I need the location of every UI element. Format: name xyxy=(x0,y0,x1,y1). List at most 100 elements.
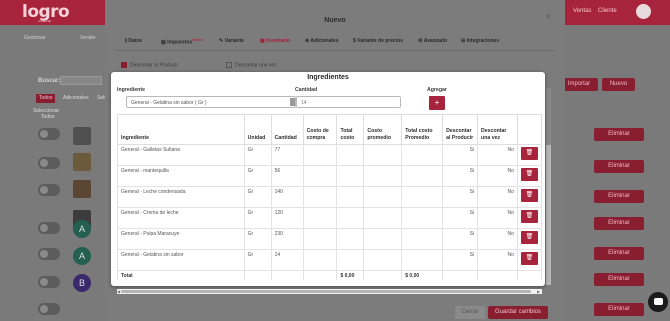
checkbox-label: Descontar una vez xyxy=(235,62,277,69)
header-user-name[interactable]: Cliente xyxy=(598,8,617,14)
trash-icon[interactable]: 🗑 xyxy=(520,252,538,265)
cell-ingrediente: General - Gelatina sin sabor xyxy=(117,249,245,271)
tab-vender[interactable]: Vender xyxy=(80,35,96,41)
filter-adicionales[interactable]: Adicionales xyxy=(60,94,92,103)
cell-costo-promedio xyxy=(363,228,403,250)
cell-cantidad: 140 xyxy=(270,186,304,208)
trash-icon[interactable]: 🗑 xyxy=(520,189,538,202)
cell-actions: 🗑 xyxy=(516,207,542,229)
cell-descontar-producir: Si xyxy=(442,228,479,250)
tab-avanzado[interactable]: ⚙ Avanzado xyxy=(418,38,447,44)
row-toggle[interactable] xyxy=(38,248,60,260)
avatar[interactable] xyxy=(636,4,651,19)
trash-icon[interactable]: 🗑 xyxy=(520,168,538,181)
delete-button[interactable]: Eliminar xyxy=(594,247,644,260)
search-label: Buscar: xyxy=(38,78,61,84)
row-toggle[interactable] xyxy=(38,303,60,315)
quantity-input[interactable]: 14 xyxy=(296,96,401,108)
cell-unidad: Gr xyxy=(243,207,272,229)
row-toggle[interactable] xyxy=(38,157,60,169)
filter-todos[interactable]: Todos xyxy=(36,94,56,103)
import-button[interactable]: Importar xyxy=(560,78,598,91)
trash-icon[interactable]: 🗑 xyxy=(520,231,538,244)
tab-label: Integraciones xyxy=(466,38,500,44)
logo-subtitle: comercial xyxy=(38,19,51,23)
tab-adicionales[interactable]: ⊕ Adicionales xyxy=(305,38,338,44)
trash-icon[interactable]: 🗑 xyxy=(520,210,538,223)
new-button[interactable]: Nuevo xyxy=(602,78,635,91)
cell-actions: 🗑 xyxy=(516,165,542,187)
cell-costo-compra xyxy=(302,144,338,166)
descontar-producir-checkbox[interactable]: Descontar al Producir xyxy=(121,62,178,68)
cell-actions: 🗑 xyxy=(516,249,542,271)
table-header-row: Ingrediente Unidad Cantidad Costo de com… xyxy=(117,114,542,145)
tab-inventario[interactable]: ▦ Inventario xyxy=(260,38,290,44)
horizontal-scrollbar-thumb[interactable] xyxy=(121,290,531,293)
row-toggle[interactable] xyxy=(38,184,60,196)
cell-empty xyxy=(243,270,272,280)
table-row: General - Galletas Sultana Gr 77 Si No 🗑 xyxy=(117,144,542,166)
delete-button[interactable]: Eliminar xyxy=(594,128,644,141)
cell-descontar-vez: No xyxy=(477,165,518,187)
total-label: Total xyxy=(117,270,245,280)
tab-datos[interactable]: ℹ Datos xyxy=(125,38,142,44)
cell-descontar-vez: No xyxy=(477,228,518,250)
modal-scrollbar-thumb[interactable] xyxy=(546,145,551,285)
tab-impuestos[interactable]: ▤ ImpuestosNuevo xyxy=(161,38,203,46)
ingredients-table: Ingrediente Unidad Cantidad Costo de com… xyxy=(117,114,542,280)
save-button[interactable]: Guardar cambios xyxy=(488,306,548,319)
tab-variante-precios[interactable]: $ Variante de precios xyxy=(353,38,403,44)
tab-label: Impuestos xyxy=(167,39,193,46)
cell-costo-promedio xyxy=(363,249,403,271)
row-toggle[interactable] xyxy=(38,222,60,234)
cell-total-costo xyxy=(336,186,365,208)
checkbox-checked[interactable] xyxy=(121,62,127,68)
col-costo-compra: Costo de compra xyxy=(302,114,338,145)
cell-total-costo xyxy=(336,144,365,166)
delete-button[interactable]: Eliminar xyxy=(594,217,644,230)
col-total-costo-promedio: Total costo Promedio xyxy=(401,114,444,145)
col-descontar-vez: Descontar una vez xyxy=(477,114,518,145)
cell-total-costo xyxy=(336,207,365,229)
delete-button[interactable]: Eliminar xyxy=(594,303,644,316)
delete-button[interactable]: Eliminar xyxy=(594,190,644,203)
search-input[interactable] xyxy=(60,76,102,85)
cell-cantidad: 14 xyxy=(270,249,304,271)
cerrar-button[interactable]: Cerrar xyxy=(455,306,485,319)
add-ingredient-button[interactable]: + xyxy=(429,96,445,110)
chat-icon[interactable] xyxy=(648,292,668,312)
checkbox-unchecked[interactable] xyxy=(226,62,232,68)
cell-actions: 🗑 xyxy=(516,144,542,166)
tab-label: Avanzado xyxy=(423,38,448,44)
cell-ingrediente: General - Leche condensada xyxy=(117,186,245,208)
tab-label: Datos xyxy=(128,38,143,44)
cell-ingrediente: General - Crema de leche xyxy=(117,207,245,229)
descontar-vez-checkbox[interactable]: Descontar una vez xyxy=(226,62,277,68)
tab-integraciones[interactable]: ⊞ Integraciones xyxy=(461,38,499,44)
product-letter-avatar: A xyxy=(73,247,91,265)
scroll-right-icon[interactable]: ▶ xyxy=(537,289,540,294)
cell-descontar-vez: No xyxy=(477,249,518,271)
cell-empty xyxy=(270,270,304,280)
cell-actions: 🗑 xyxy=(516,186,542,208)
cell-descontar-vez: No xyxy=(477,186,518,208)
delete-button[interactable]: Eliminar xyxy=(594,273,644,286)
product-thumbnail xyxy=(73,153,91,171)
cell-cantidad: 77 xyxy=(270,144,304,166)
ingredient-select[interactable]: General - Gelatina sin sabor ( Gr ) xyxy=(126,96,296,108)
tab-variante[interactable]: ✎ Variante xyxy=(219,38,244,44)
cell-descontar-vez: No xyxy=(477,207,518,229)
scroll-left-icon[interactable]: ◀ xyxy=(117,289,120,294)
select-all-label[interactable]: Seleccionar Todos xyxy=(33,108,59,120)
table-row: General - Pulpa Maracuye Gr 230 Si No 🗑 xyxy=(117,228,542,250)
cell-descontar-producir: Si xyxy=(442,186,479,208)
row-toggle[interactable] xyxy=(38,128,60,140)
cell-empty xyxy=(442,270,479,280)
close-icon[interactable]: × xyxy=(546,12,551,21)
chevron-down-icon[interactable] xyxy=(290,98,295,106)
trash-icon[interactable]: 🗑 xyxy=(520,147,538,160)
header-ventas-link[interactable]: Ventas xyxy=(573,8,591,14)
delete-button[interactable]: Eliminar xyxy=(594,160,644,173)
row-toggle[interactable] xyxy=(38,276,60,288)
tab-gestionar[interactable]: Gestionar xyxy=(24,35,46,41)
